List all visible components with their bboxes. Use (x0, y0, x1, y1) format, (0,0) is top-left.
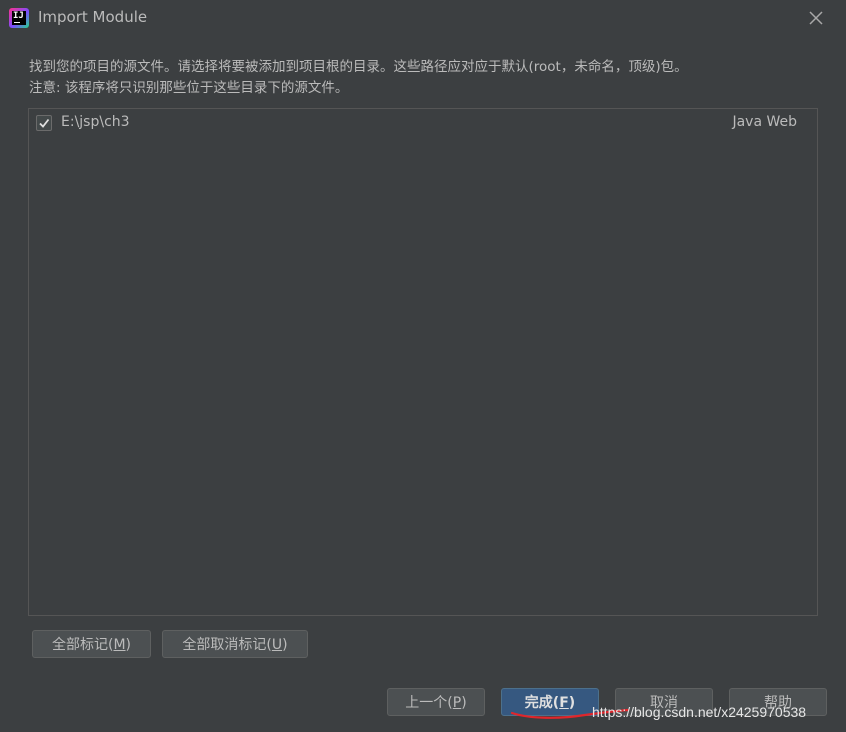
intellij-logo-icon: IJ (9, 8, 29, 28)
unmark-all-button[interactable]: 全部取消标记(U) (162, 630, 308, 658)
description: 找到您的项目的源文件。请选择将要被添加到项目根的目录。这些路径应对应于默认(ro… (29, 57, 688, 99)
title-bar: IJ Import Module (0, 0, 846, 36)
description-line-2: 注意: 该程序将只识别那些位于这些目录下的源文件。 (29, 80, 349, 96)
close-icon[interactable] (806, 8, 826, 28)
window-title: Import Module (38, 8, 148, 26)
checkmark-icon (39, 118, 50, 128)
root-checkbox[interactable] (36, 115, 52, 131)
root-path: E:\jsp\ch3 (61, 114, 130, 130)
list-item[interactable]: E:\jsp\ch3 Java Web (29, 111, 817, 135)
previous-button[interactable]: 上一个(P) (387, 688, 485, 716)
root-type: Java Web (732, 114, 797, 130)
description-line-1: 找到您的项目的源文件。请选择将要被添加到项目根的目录。这些路径应对应于默认(ro… (29, 59, 688, 75)
source-roots-list[interactable]: E:\jsp\ch3 Java Web (28, 108, 818, 616)
mark-all-button[interactable]: 全部标记(M) (32, 630, 151, 658)
watermark-text: https://blog.csdn.net/x2425970538 (592, 704, 807, 720)
